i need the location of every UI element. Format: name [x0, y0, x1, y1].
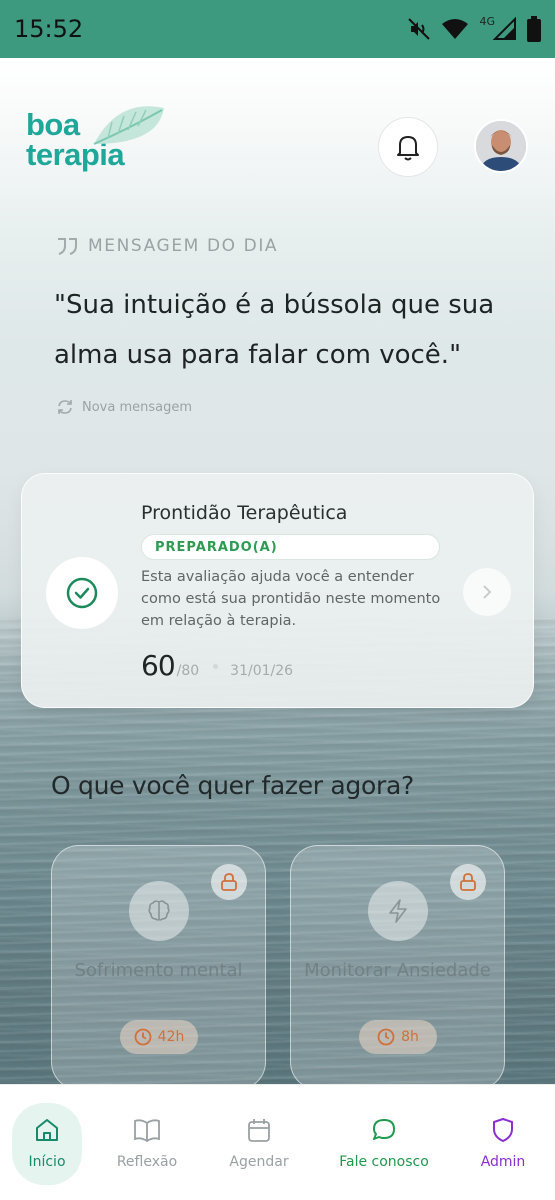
lock-icon [460, 873, 476, 891]
chevron-right-icon [483, 585, 492, 599]
tile-title: Monitorar Ansiedade [304, 960, 491, 981]
card-open-button[interactable] [463, 568, 511, 616]
brain-icon [148, 900, 170, 921]
motd-label: MENSAGEM DO DIA [56, 236, 278, 256]
tile-icon [129, 881, 189, 941]
tile-time-badge: 42h [120, 1020, 198, 1054]
status-badge: PREPARADO(A) [141, 534, 440, 560]
network-label: 4G [479, 14, 495, 28]
tile-time-text: 42h [157, 1029, 185, 1045]
motd-label-text: MENSAGEM DO DIA [88, 236, 279, 256]
status-time: 15:52 [14, 15, 84, 43]
check-badge [46, 557, 118, 629]
signal-icon [493, 17, 516, 40]
notifications-button[interactable] [378, 117, 438, 177]
check-circle-icon [66, 577, 98, 609]
tile-time-text: 8h [401, 1029, 419, 1045]
new-message-label: Nova mensagem [82, 399, 193, 415]
score: 60 /80 31/01/26 [141, 649, 293, 682]
nav-item-fale-conosco[interactable]: Fale conosco [334, 1103, 434, 1185]
bottom-nav: Início Reflexão Agendar Fale conosco Adm… [0, 1084, 555, 1200]
status-icons: 4G [407, 14, 541, 42]
chat-icon [373, 1119, 395, 1140]
nav-label: Admin [480, 1154, 526, 1170]
user-avatar[interactable] [474, 119, 528, 173]
tile-time-badge: 8h [359, 1020, 437, 1054]
clock-icon [134, 1028, 152, 1046]
score-date: 31/01/26 [230, 663, 294, 679]
battery-icon [527, 16, 541, 42]
card-title: Prontidão Terapêutica [141, 502, 348, 524]
nav-label: Agendar [229, 1154, 289, 1170]
score-max: /80 [176, 663, 200, 679]
new-message-button[interactable]: Nova mensagem [56, 398, 192, 416]
bell-icon [397, 136, 419, 161]
lock-badge [211, 864, 247, 900]
calendar-icon [248, 1119, 270, 1142]
boa-terapia-logo: boa terapia [26, 106, 166, 184]
lock-badge [450, 864, 486, 900]
quote-icon [58, 238, 77, 255]
section-question: O que você quer fazer agora? [51, 771, 414, 800]
mute-icon [408, 18, 431, 40]
clock-icon [377, 1028, 395, 1046]
nav-item-agendar[interactable]: Agendar [209, 1103, 309, 1185]
avatar-photo [476, 121, 526, 171]
lightning-icon [389, 899, 407, 923]
tile-sofrimento-mental[interactable]: Sofrimento mental 42h [51, 845, 266, 1090]
status-bar: 15:52 4G [0, 0, 555, 58]
tile-icon [368, 881, 428, 941]
nav-label: Reflexão [116, 1154, 178, 1170]
shield-icon [493, 1118, 513, 1142]
motd-quote: "Sua intuição é a bússola que sua alma u… [54, 290, 495, 370]
separator-dot [213, 664, 219, 669]
score-value: 60 [141, 649, 176, 682]
book-icon [134, 1119, 160, 1143]
wifi-icon [442, 19, 469, 39]
lock-icon [221, 873, 237, 891]
nav-item-inicio[interactable]: Início [12, 1103, 82, 1185]
refresh-icon [58, 400, 72, 414]
tile-title: Sofrimento mental [74, 960, 243, 981]
nav-label: Fale conosco [339, 1154, 429, 1170]
nav-item-admin[interactable]: Admin [453, 1103, 553, 1185]
leaf-icon [93, 106, 164, 145]
nav-item-reflexao[interactable]: Reflexão [97, 1103, 197, 1185]
readiness-card[interactable]: Prontidão Terapêutica PREPARADO(A) Esta … [21, 473, 534, 708]
tile-monitorar-ansiedade[interactable]: Monitorar Ansiedade 8h [290, 845, 505, 1090]
home-icon [36, 1119, 58, 1141]
nav-label: Início [28, 1154, 66, 1170]
card-description: Esta avaliação ajuda você a entender com… [141, 569, 441, 629]
